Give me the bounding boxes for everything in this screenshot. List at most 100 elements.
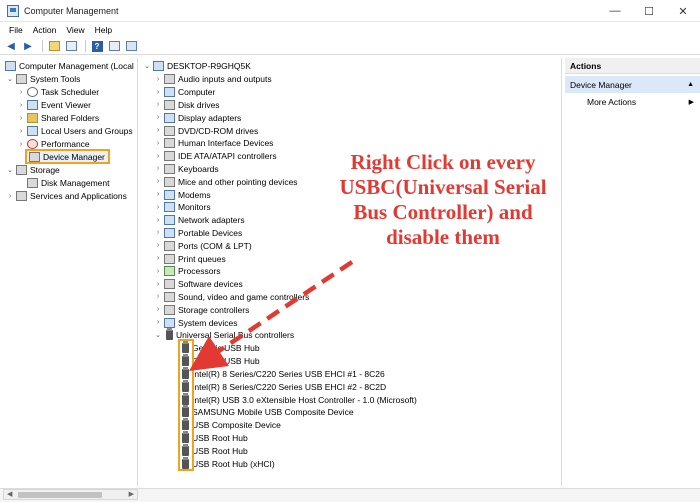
chevron-right-icon[interactable]: › <box>154 140 162 147</box>
chevron-right-icon[interactable]: › <box>154 101 162 108</box>
actions-device-manager[interactable]: Device Manager ▲ <box>565 76 700 93</box>
device-category-row[interactable]: › Mice and other pointing devices <box>154 175 298 188</box>
collapse-up-icon[interactable]: ▲ <box>687 81 694 88</box>
device-category-row[interactable]: › IDE ATA/ATAPI controllers <box>154 150 277 163</box>
close-button[interactable]: ✕ <box>666 0 700 22</box>
chevron-down-icon[interactable]: ⌄ <box>143 62 151 70</box>
device-category-row[interactable]: › Disk drives <box>154 99 220 112</box>
scroll-right-icon[interactable]: ▶ <box>129 490 134 498</box>
chevron-right-icon[interactable]: › <box>154 178 162 185</box>
tree-storage[interactable]: ⌄ Storage <box>6 164 60 177</box>
tree-performance-label: Performance <box>41 139 90 150</box>
properties-icon[interactable] <box>107 40 121 53</box>
device-category-row[interactable]: › Processors <box>154 265 221 278</box>
device-category-row[interactable]: › Computer <box>154 86 215 99</box>
chevron-right-icon[interactable]: › <box>6 193 14 200</box>
chevron-right-icon[interactable]: › <box>154 306 162 313</box>
more-actions-item[interactable]: More Actions ▶ <box>587 95 700 109</box>
minimize-button[interactable]: — <box>598 0 632 22</box>
device-category-row[interactable]: › DVD/CD-ROM drives <box>154 124 258 137</box>
chevron-right-icon[interactable]: › <box>17 102 25 109</box>
device-category-row[interactable]: › Software devices <box>154 278 243 291</box>
back-arrow-icon[interactable]: ◀ <box>4 40 18 53</box>
device-category-row[interactable]: ⌄ Universal Serial Bus controllers <box>154 328 294 342</box>
device-category-row[interactable]: › Print queues <box>154 252 226 265</box>
show-hide-tree-icon[interactable] <box>64 40 78 53</box>
device-category-row[interactable]: › System devices <box>154 316 238 329</box>
device-category-row[interactable]: › Keyboards <box>154 163 219 176</box>
usb-device-row[interactable]: Intel(R) 8 Series/C220 Series USB EHCI #… <box>178 366 385 381</box>
chevron-right-icon[interactable]: › <box>154 293 162 300</box>
maximize-button[interactable]: ☐ <box>632 0 666 22</box>
menu-action[interactable]: Action <box>28 25 62 35</box>
chevron-right-icon[interactable]: › <box>154 89 162 96</box>
chevron-right-icon[interactable]: › <box>154 76 162 83</box>
chevron-down-icon[interactable]: ⌄ <box>6 75 14 83</box>
tree-local-users[interactable]: › Local Users and Groups <box>17 125 133 138</box>
horizontal-scrollbar[interactable]: ◀ ▶ <box>3 489 138 500</box>
device-category-row[interactable]: › Audio inputs and outputs <box>154 73 272 86</box>
chevron-right-icon[interactable]: › <box>154 204 162 211</box>
chevron-right-icon[interactable]: › <box>154 127 162 134</box>
device-category-icon <box>164 202 175 213</box>
console-tree-pane: Computer Management (Local ⌄ System Tool… <box>3 58 138 486</box>
scrollbar-thumb[interactable] <box>18 492 102 498</box>
tree-root[interactable]: Computer Management (Local <box>3 60 134 73</box>
usb-device-row[interactable]: Intel(R) USB 3.0 eXtensible Host Control… <box>178 392 417 406</box>
device-category-row[interactable]: › Storage controllers <box>154 303 249 316</box>
chevron-right-icon[interactable]: › <box>154 255 162 262</box>
chevron-right-icon[interactable]: › <box>154 242 162 249</box>
chevron-right-icon[interactable]: › <box>154 281 162 288</box>
tree-task-scheduler[interactable]: › Task Scheduler <box>17 86 99 99</box>
scan-hardware-icon[interactable] <box>124 40 138 53</box>
tree-disk-management[interactable]: Disk Management <box>25 177 110 190</box>
device-category-row[interactable]: › Ports (COM & LPT) <box>154 239 252 252</box>
device-category-row[interactable]: › Network adapters <box>154 214 245 227</box>
chevron-right-icon[interactable]: › <box>154 217 162 224</box>
device-category-label: Monitors <box>178 202 211 213</box>
device-manager-icon <box>29 151 40 162</box>
chevron-right-icon[interactable]: › <box>154 319 162 326</box>
forward-arrow-icon[interactable]: ▶ <box>21 40 35 53</box>
tree-system-tools[interactable]: ⌄ System Tools <box>6 73 80 86</box>
tree-services[interactable]: › Services and Applications <box>6 190 127 203</box>
menu-view[interactable]: View <box>61 25 89 35</box>
tree-shared-folders[interactable]: › Shared Folders <box>17 112 99 125</box>
chevron-down-icon[interactable]: ⌄ <box>154 331 162 339</box>
menu-file[interactable]: File <box>4 25 28 35</box>
device-category-row[interactable]: › Sound, video and game controllers <box>154 291 309 304</box>
chevron-right-icon[interactable]: › <box>17 89 25 96</box>
device-tree-root[interactable]: ⌄ DESKTOP-R9GHQ5K <box>143 60 251 73</box>
chevron-right-icon[interactable]: › <box>17 128 25 135</box>
performance-icon <box>27 139 38 150</box>
device-category-row[interactable]: › Portable Devices <box>154 227 242 240</box>
up-folder-icon[interactable] <box>47 40 61 53</box>
chevron-right-icon[interactable]: › <box>154 165 162 172</box>
computer-icon <box>153 61 164 72</box>
chevron-right-icon[interactable]: › <box>154 268 162 275</box>
scroll-left-icon[interactable]: ◀ <box>7 490 12 498</box>
chevron-right-icon[interactable]: › <box>17 141 25 148</box>
menu-help[interactable]: Help <box>90 25 117 35</box>
device-category-row[interactable]: › Monitors <box>154 201 211 214</box>
device-category-icon <box>164 317 175 328</box>
usb-device-row[interactable]: SAMSUNG Mobile USB Composite Device <box>178 405 354 419</box>
chevron-right-icon[interactable]: › <box>154 191 162 198</box>
tree-event-viewer[interactable]: › Event Viewer <box>17 99 91 112</box>
chevron-right-icon[interactable]: › <box>17 115 25 122</box>
device-category-row[interactable]: › Modems <box>154 188 211 201</box>
annotation-line-3: Bus Controller) and <box>353 200 533 224</box>
device-category-row[interactable]: › Human Interface Devices <box>154 137 273 150</box>
chevron-right-icon[interactable]: › <box>154 114 162 121</box>
device-category-icon <box>164 291 175 302</box>
chevron-down-icon[interactable]: ⌄ <box>6 166 14 174</box>
help-icon[interactable]: ? <box>90 40 104 53</box>
tree-device-manager[interactable]: Device Manager <box>25 149 110 164</box>
menu-bar: File Action View Help <box>0 22 700 38</box>
chevron-right-icon[interactable]: › <box>154 229 162 236</box>
storage-icon <box>16 165 27 176</box>
usb-device-row[interactable]: Intel(R) 8 Series/C220 Series USB EHCI #… <box>178 379 386 393</box>
device-category-row[interactable]: › Display adapters <box>154 111 241 124</box>
computer-management-icon <box>7 4 19 17</box>
chevron-right-icon[interactable]: › <box>154 153 162 160</box>
